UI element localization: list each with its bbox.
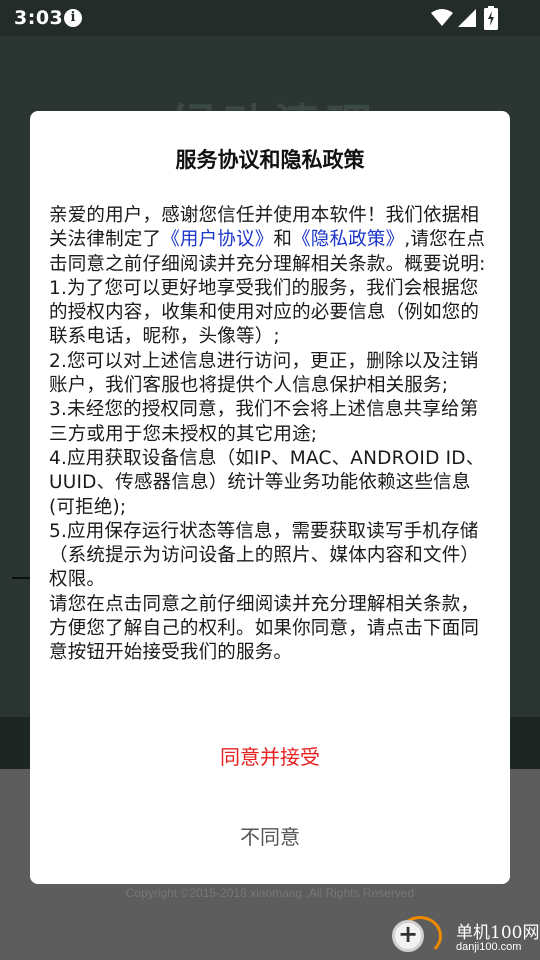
- closing-paragraph: 请您在点击同意之前仔细阅读并充分理解相关条款，方便您了解自己的权利。如果你同意，…: [49, 593, 480, 664]
- intro-paragraph: 亲爱的用户，感谢您信任并使用本软件！我们依据相关法律制定了《用户协议》和《隐私政…: [49, 204, 495, 277]
- watermark-url: danji100.com: [456, 941, 522, 953]
- dialog-body: 亲爱的用户，感谢您信任并使用本软件！我们依据相关法律制定了《用户协议》和《隐私政…: [49, 204, 495, 666]
- user-agreement-link[interactable]: 《用户协议》: [161, 229, 273, 250]
- watermark-name: 单机100网: [456, 923, 540, 943]
- signal-icon: [458, 9, 476, 27]
- summary-item-2: 2.您可以对上述信息进行访问，更正，删除以及注销账户，我们客服也将提供个人信息保…: [49, 350, 479, 397]
- summary-item-3: 3.未经您的授权同意，我们不会将上述信息共享给第三方或用于您未授权的其它用途;: [49, 399, 479, 445]
- dialog-title: 服务协议和隐私政策: [175, 148, 365, 172]
- summary-item-4: 4.应用获取设备信息（如IP、MAC、ANDROID ID、UUID、传感器信息…: [49, 447, 485, 518]
- and-text: 和: [273, 229, 293, 251]
- watermark-logo-icon: [392, 920, 424, 952]
- wifi-icon: [431, 9, 453, 26]
- background-divider: [12, 577, 32, 579]
- info-icon: i: [64, 9, 82, 27]
- privacy-policy-link[interactable]: 《隐私政策》: [292, 229, 404, 250]
- privacy-dialog: 服务协议和隐私政策 亲爱的用户，感谢您信任并使用本软件！我们依据相关法律制定了《…: [30, 111, 510, 884]
- battery-icon: [484, 6, 498, 30]
- summary-item-5: 5.应用保存运行状态等信息，需要获取读写手机存储（系统提示为访问设备上的照片、媒…: [49, 520, 480, 591]
- agree-button[interactable]: 同意并接受: [30, 741, 510, 770]
- status-bar: 3:03 i: [0, 0, 540, 36]
- status-time: 3:03: [14, 7, 64, 29]
- background-copyright: Copyright ©2015-2018 xiaomang .All Right…: [125, 886, 415, 900]
- summary-item-1: 1.为了您可以更好地享受我们的服务，我们会根据您的授权内容，收集和使用对应的必要…: [49, 277, 480, 348]
- disagree-button[interactable]: 不同意: [30, 821, 510, 850]
- watermark: 单机100网 danji100.com: [392, 916, 540, 960]
